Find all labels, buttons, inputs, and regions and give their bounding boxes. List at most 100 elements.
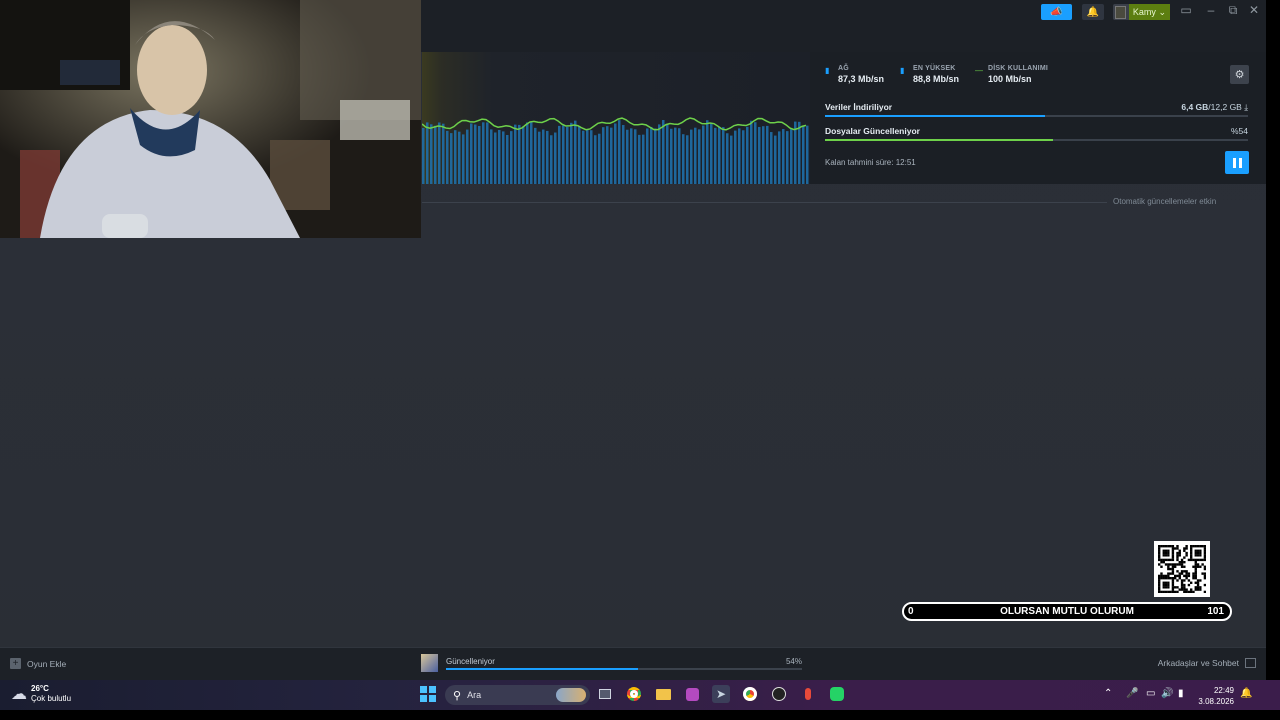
stat-label: AĞ bbox=[838, 65, 849, 72]
announcement-button[interactable]: 📣 bbox=[1041, 4, 1072, 20]
graph-bar bbox=[702, 125, 705, 184]
stat-value: 88,8 Mb/sn bbox=[913, 74, 960, 84]
qr-module bbox=[1176, 551, 1179, 555]
graph-bar bbox=[438, 122, 441, 184]
graph-bar bbox=[698, 129, 701, 184]
graph-bar bbox=[498, 129, 501, 184]
qr-module bbox=[1199, 588, 1202, 591]
clock-date: 3.08.2026 bbox=[1198, 697, 1234, 706]
qr-module bbox=[1176, 590, 1179, 594]
app-button[interactable] bbox=[683, 685, 701, 703]
add-game-button[interactable]: + Oyun Ekle bbox=[10, 658, 66, 669]
graph-bar bbox=[678, 128, 681, 184]
qr-module bbox=[1176, 556, 1179, 559]
chrome-button[interactable] bbox=[625, 685, 643, 703]
network-icon[interactable]: ▭ bbox=[1146, 688, 1155, 699]
graph-bar bbox=[658, 124, 661, 184]
chrome-alt-button[interactable] bbox=[741, 685, 759, 703]
update-progress-row: Dosyalar Güncelleniyor %54 bbox=[825, 126, 1248, 141]
qr-module bbox=[1192, 590, 1195, 594]
graph-bar bbox=[782, 129, 785, 184]
qr-module bbox=[1174, 586, 1177, 589]
cloud-icon: ☁ bbox=[11, 686, 27, 703]
chevron-down-icon: ⌄ bbox=[1158, 6, 1166, 17]
qr-module bbox=[1178, 554, 1181, 557]
weather-widget[interactable]: ☁ 26°C Çok bulutlu bbox=[11, 684, 71, 704]
close-button[interactable]: ✕ bbox=[1247, 3, 1261, 17]
graph-bar bbox=[674, 127, 677, 184]
graph-bar bbox=[494, 132, 497, 184]
bar-chart-icon: ▮ bbox=[825, 66, 830, 75]
qr-module bbox=[1194, 574, 1197, 578]
restore-button[interactable]: ⧉ bbox=[1226, 3, 1240, 18]
qr-module bbox=[1194, 567, 1197, 571]
graph-bar bbox=[474, 124, 477, 184]
battery-icon[interactable]: ▮ bbox=[1178, 688, 1184, 699]
steam-taskbar-button[interactable]: ➤ bbox=[712, 685, 730, 703]
qr-module bbox=[1167, 581, 1170, 584]
chrome-icon bbox=[627, 687, 641, 701]
taskbar-search[interactable]: ⚲ Ara bbox=[445, 685, 590, 705]
graph-bar bbox=[622, 125, 625, 184]
stat-value: 87,3 Mb/sn bbox=[838, 74, 885, 84]
qr-module bbox=[1171, 567, 1175, 571]
pause-button[interactable] bbox=[1225, 151, 1249, 174]
file-explorer-button[interactable] bbox=[654, 685, 672, 703]
graph-bar bbox=[534, 127, 537, 184]
qr-module bbox=[1199, 545, 1202, 548]
graph-bar bbox=[634, 129, 637, 184]
qr-module bbox=[1187, 590, 1191, 594]
graph-bar bbox=[710, 122, 713, 184]
minimize-button[interactable]: – bbox=[1204, 3, 1218, 17]
chevron-up-icon[interactable]: ⌃ bbox=[1104, 688, 1112, 699]
qr-module bbox=[1196, 549, 1200, 552]
qr-module bbox=[1160, 590, 1163, 594]
windows-taskbar: ☁ 26°C Çok bulutlu ⚲ Ara ➤ ⌃ 🎤 ▭ 🔊 ▮ 22:… bbox=[0, 680, 1280, 710]
gear-icon: ⚙ bbox=[1234, 69, 1245, 81]
qr-module bbox=[1185, 590, 1188, 594]
qr-module bbox=[1169, 577, 1172, 580]
big-picture-button[interactable]: ▭ bbox=[1179, 3, 1193, 17]
notification-icon[interactable]: 🔔 bbox=[1240, 688, 1252, 699]
qr-module bbox=[1171, 563, 1175, 566]
qr-module bbox=[1162, 583, 1165, 587]
qr-module bbox=[1183, 583, 1186, 587]
qr-module bbox=[1176, 579, 1179, 582]
qr-module bbox=[1185, 570, 1188, 573]
qr-module bbox=[1190, 545, 1193, 548]
obs-button[interactable] bbox=[770, 685, 788, 703]
qr-module bbox=[1183, 561, 1186, 564]
whatsapp-button[interactable] bbox=[828, 685, 846, 703]
start-button[interactable] bbox=[419, 685, 437, 703]
qr-module bbox=[1162, 554, 1165, 557]
download-progress-text: 6,4 GB bbox=[1181, 102, 1209, 112]
friends-chat-button[interactable]: Arkadaşlar ve Sohbet bbox=[1158, 658, 1256, 668]
qr-module bbox=[1174, 574, 1177, 578]
qr-module bbox=[1190, 558, 1193, 562]
graph-bar bbox=[754, 122, 757, 184]
qr-module bbox=[1180, 581, 1184, 584]
chat-icon bbox=[1245, 658, 1256, 668]
graph-bar bbox=[706, 120, 709, 184]
qr-module bbox=[1178, 577, 1181, 580]
status-progress-track bbox=[446, 668, 802, 670]
graph-bar bbox=[766, 125, 769, 184]
qr-module bbox=[1196, 551, 1200, 555]
qr-module bbox=[1162, 551, 1165, 555]
volume-icon[interactable]: 🔊 bbox=[1161, 688, 1173, 699]
user-menu-button[interactable]: Kamy ⌄ bbox=[1113, 4, 1170, 20]
qr-module bbox=[1171, 579, 1175, 582]
downloads-status-button[interactable]: Güncelleniyor 54% bbox=[421, 654, 802, 676]
qr-module bbox=[1183, 570, 1186, 573]
microphone-app-button[interactable] bbox=[799, 685, 817, 703]
clock[interactable]: 22:49 3.08.2026 bbox=[1198, 685, 1234, 707]
qr-module bbox=[1158, 558, 1161, 562]
graph-bar bbox=[686, 135, 689, 184]
mic-tray-icon[interactable]: 🎤 bbox=[1126, 688, 1138, 699]
qr-module bbox=[1162, 574, 1165, 578]
qr-module bbox=[1171, 588, 1175, 591]
download-settings-button[interactable]: ⚙ bbox=[1230, 65, 1249, 84]
notifications-button[interactable]: 🔔 bbox=[1082, 4, 1104, 20]
qr-module bbox=[1158, 583, 1161, 587]
task-view-button[interactable] bbox=[596, 685, 614, 703]
